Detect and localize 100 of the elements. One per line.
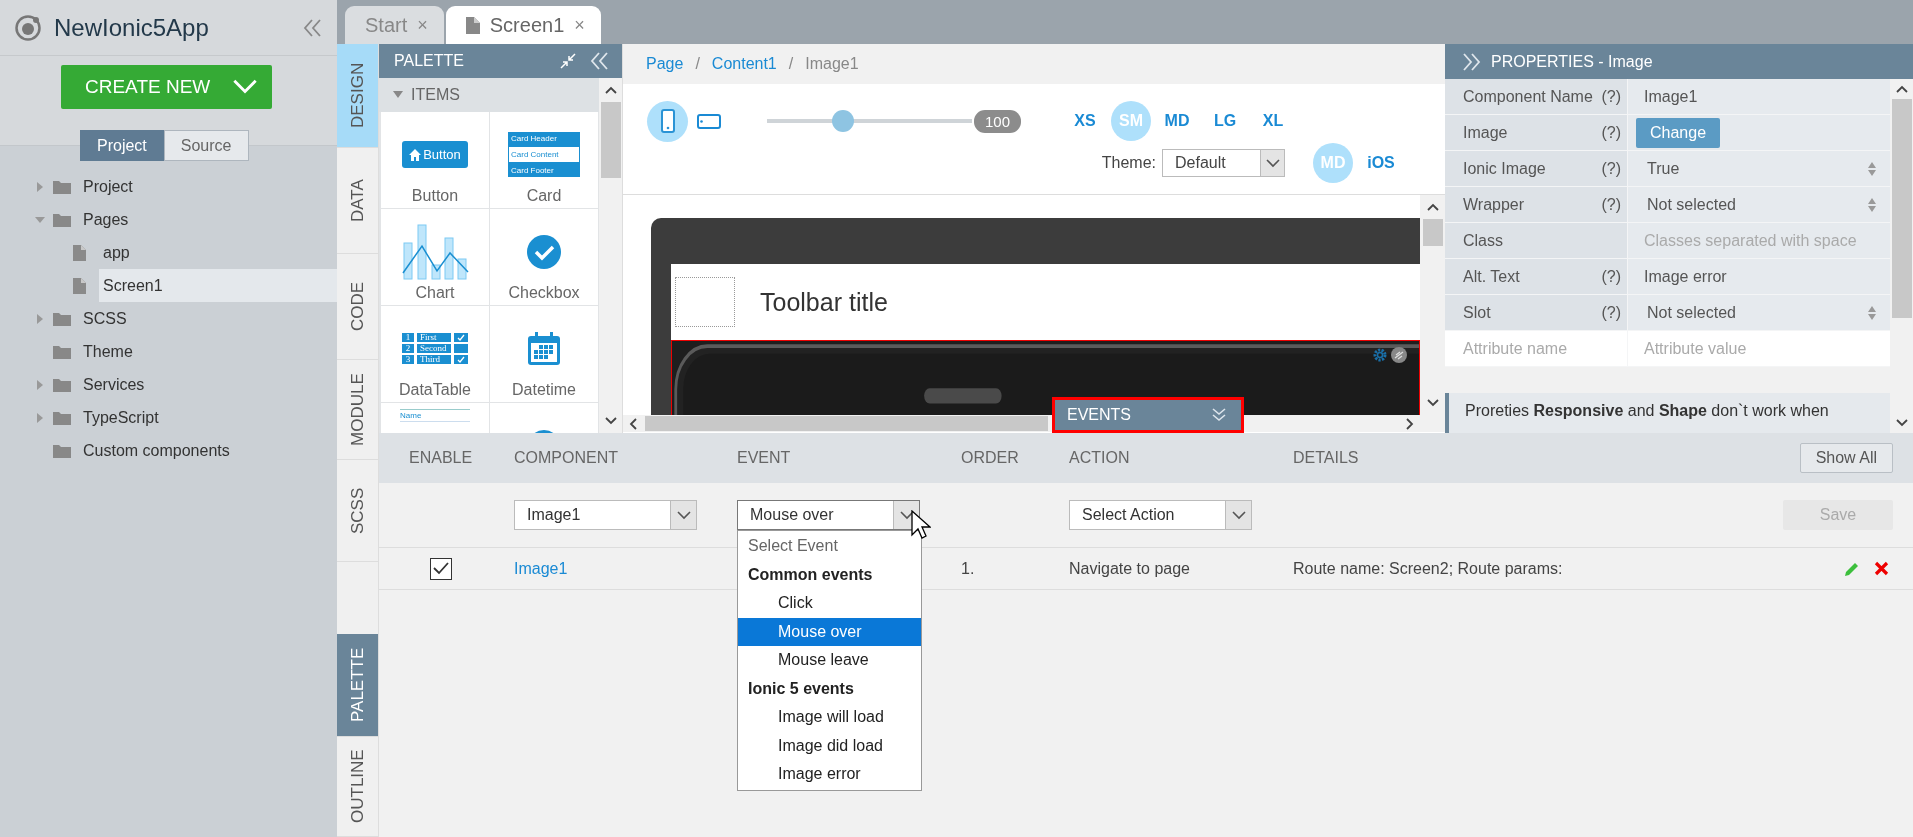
view-toggle-tab[interactable]: Source [163, 130, 249, 161]
chevron-up-icon[interactable] [1426, 203, 1439, 211]
view-toggle-tab[interactable]: Project [80, 130, 164, 161]
dropdown-option[interactable]: Image error [738, 760, 921, 789]
palette-item[interactable]: Chart [381, 209, 489, 305]
show-all-button[interactable]: Show All [1799, 443, 1893, 473]
caret-icon[interactable] [35, 379, 45, 390]
pencil-icon[interactable] [1844, 560, 1860, 577]
property-select[interactable]: True [1628, 151, 1890, 186]
side-tab[interactable]: DESIGN [337, 44, 378, 148]
component-select[interactable]: Image1 [514, 500, 697, 530]
slider-thumb[interactable] [831, 110, 854, 132]
scrollbar[interactable] [1420, 195, 1445, 415]
palette-item[interactable]: Datetime [490, 306, 598, 402]
chevron-down-icon [232, 79, 258, 95]
column-header: ACTION [1069, 449, 1131, 467]
breadcrumb-current: Image1 [805, 55, 859, 73]
phone-view-button[interactable] [647, 100, 688, 142]
dropdown-option[interactable]: Click [738, 589, 921, 618]
change-button[interactable]: Change [1636, 117, 1721, 148]
help-link[interactable]: (?) [1601, 159, 1621, 178]
section-header[interactable]: ITEMS [379, 78, 599, 112]
column-header: ENABLE [409, 449, 474, 467]
double-chevron-right-icon[interactable] [1461, 52, 1481, 71]
palette-item[interactable]: Checkbox [490, 209, 598, 305]
help-link[interactable]: (?) [1601, 303, 1621, 322]
theme-select[interactable]: Default [1162, 149, 1285, 177]
event-select[interactable]: Mouse over [737, 500, 920, 530]
scrollbar-thumb[interactable] [1891, 99, 1912, 318]
size-option[interactable]: XL [1251, 101, 1296, 141]
breadcrumb-link[interactable]: Content1 [711, 55, 777, 73]
checkbox[interactable] [430, 557, 452, 580]
scrollbar-thumb[interactable] [1422, 219, 1443, 246]
caret-icon[interactable] [35, 412, 45, 423]
caret-icon[interactable] [35, 214, 45, 225]
double-chevron-down-icon[interactable] [1211, 407, 1227, 423]
tree-item[interactable]: TypeScript [79, 401, 337, 434]
collapse-icon[interactable] [560, 53, 576, 69]
chevron-left-icon[interactable] [629, 417, 637, 430]
delete-icon[interactable] [1874, 560, 1889, 576]
tree-item[interactable]: Custom components [79, 434, 337, 467]
double-chevron-left-icon[interactable] [303, 18, 323, 37]
action-select[interactable]: Select Action [1069, 500, 1252, 530]
dropdown-option[interactable]: Image will load [738, 703, 921, 732]
create-new-button[interactable]: CREATE NEW [61, 65, 272, 109]
editor-tab[interactable]: Screen1 × [445, 6, 601, 44]
help-link[interactable]: (?) [1601, 267, 1621, 286]
chevron-up-icon[interactable] [604, 86, 617, 94]
property-select[interactable]: Not selected [1628, 187, 1890, 222]
tree-item[interactable]: Pages [79, 203, 337, 236]
scrollbar-thumb[interactable] [600, 102, 621, 178]
size-option[interactable]: LG [1203, 101, 1248, 141]
column-header: DETAILS [1293, 449, 1360, 467]
column-header: COMPONENT [514, 449, 619, 467]
tablet-icon [696, 113, 721, 129]
size-option[interactable]: XS [1063, 101, 1108, 141]
close-button[interactable]: × [574, 14, 585, 36]
theme-label: Theme: [1101, 154, 1156, 172]
tree-item[interactable]: Theme [79, 335, 337, 368]
property-select[interactable]: Not selected [1628, 295, 1890, 330]
panel-title: PALETTE [394, 52, 465, 70]
chevron-up-icon[interactable] [1895, 85, 1908, 93]
palette-item[interactable]: 1 First 2 Second 3 Third DataTable [381, 306, 489, 402]
caret-icon[interactable] [393, 91, 403, 99]
help-link[interactable]: (?) [1601, 123, 1621, 142]
dropdown-option[interactable]: Mouse over [738, 617, 921, 646]
phone-icon [660, 109, 675, 133]
chevron-down-icon[interactable] [1895, 419, 1908, 427]
palette-item[interactable]: Card Header Card Content Card Footer Card [490, 112, 598, 208]
tree-item[interactable]: Project [79, 170, 337, 203]
dropdown-option[interactable]: Image did load [738, 731, 921, 760]
double-chevron-left-icon[interactable] [590, 52, 610, 70]
row-number: 3 [402, 355, 414, 364]
tree-item[interactable]: SCSS [79, 302, 337, 335]
palette-item[interactable]: Button Button [381, 112, 489, 208]
events-tab[interactable]: EVENTS [1052, 397, 1244, 433]
caret-icon[interactable] [35, 313, 45, 324]
breadcrumb-link[interactable]: Page [646, 55, 684, 73]
component-link[interactable]: Image1 [514, 559, 737, 578]
dropdown-option[interactable]: Select Event [738, 532, 921, 561]
tree-item[interactable]: app [99, 236, 337, 269]
folder-icon [53, 443, 71, 458]
button-preview: Button [402, 141, 468, 168]
side-tab[interactable]: PALETTE [337, 634, 378, 737]
chevron-down-icon[interactable] [1426, 399, 1439, 407]
column-header: ORDER [961, 449, 1020, 467]
palette-item[interactable]: Name [381, 403, 489, 433]
property-label: Ionic Image [1463, 159, 1546, 178]
scrollbar[interactable] [599, 78, 622, 433]
tree-item[interactable]: Screen1 [99, 269, 337, 302]
row-label: First [417, 333, 451, 342]
caret-icon[interactable] [35, 181, 45, 192]
chevron-down-icon[interactable] [604, 417, 617, 425]
size-option[interactable]: MD [1155, 101, 1200, 141]
dropdown-option[interactable]: Mouse leave [738, 646, 921, 675]
chevron-right-icon[interactable] [1406, 417, 1414, 430]
tree-item[interactable]: Services [79, 368, 337, 401]
help-link[interactable]: (?) [1601, 87, 1621, 106]
help-link[interactable]: (?) [1601, 195, 1621, 214]
mode-option[interactable]: iOS [1359, 143, 1403, 183]
